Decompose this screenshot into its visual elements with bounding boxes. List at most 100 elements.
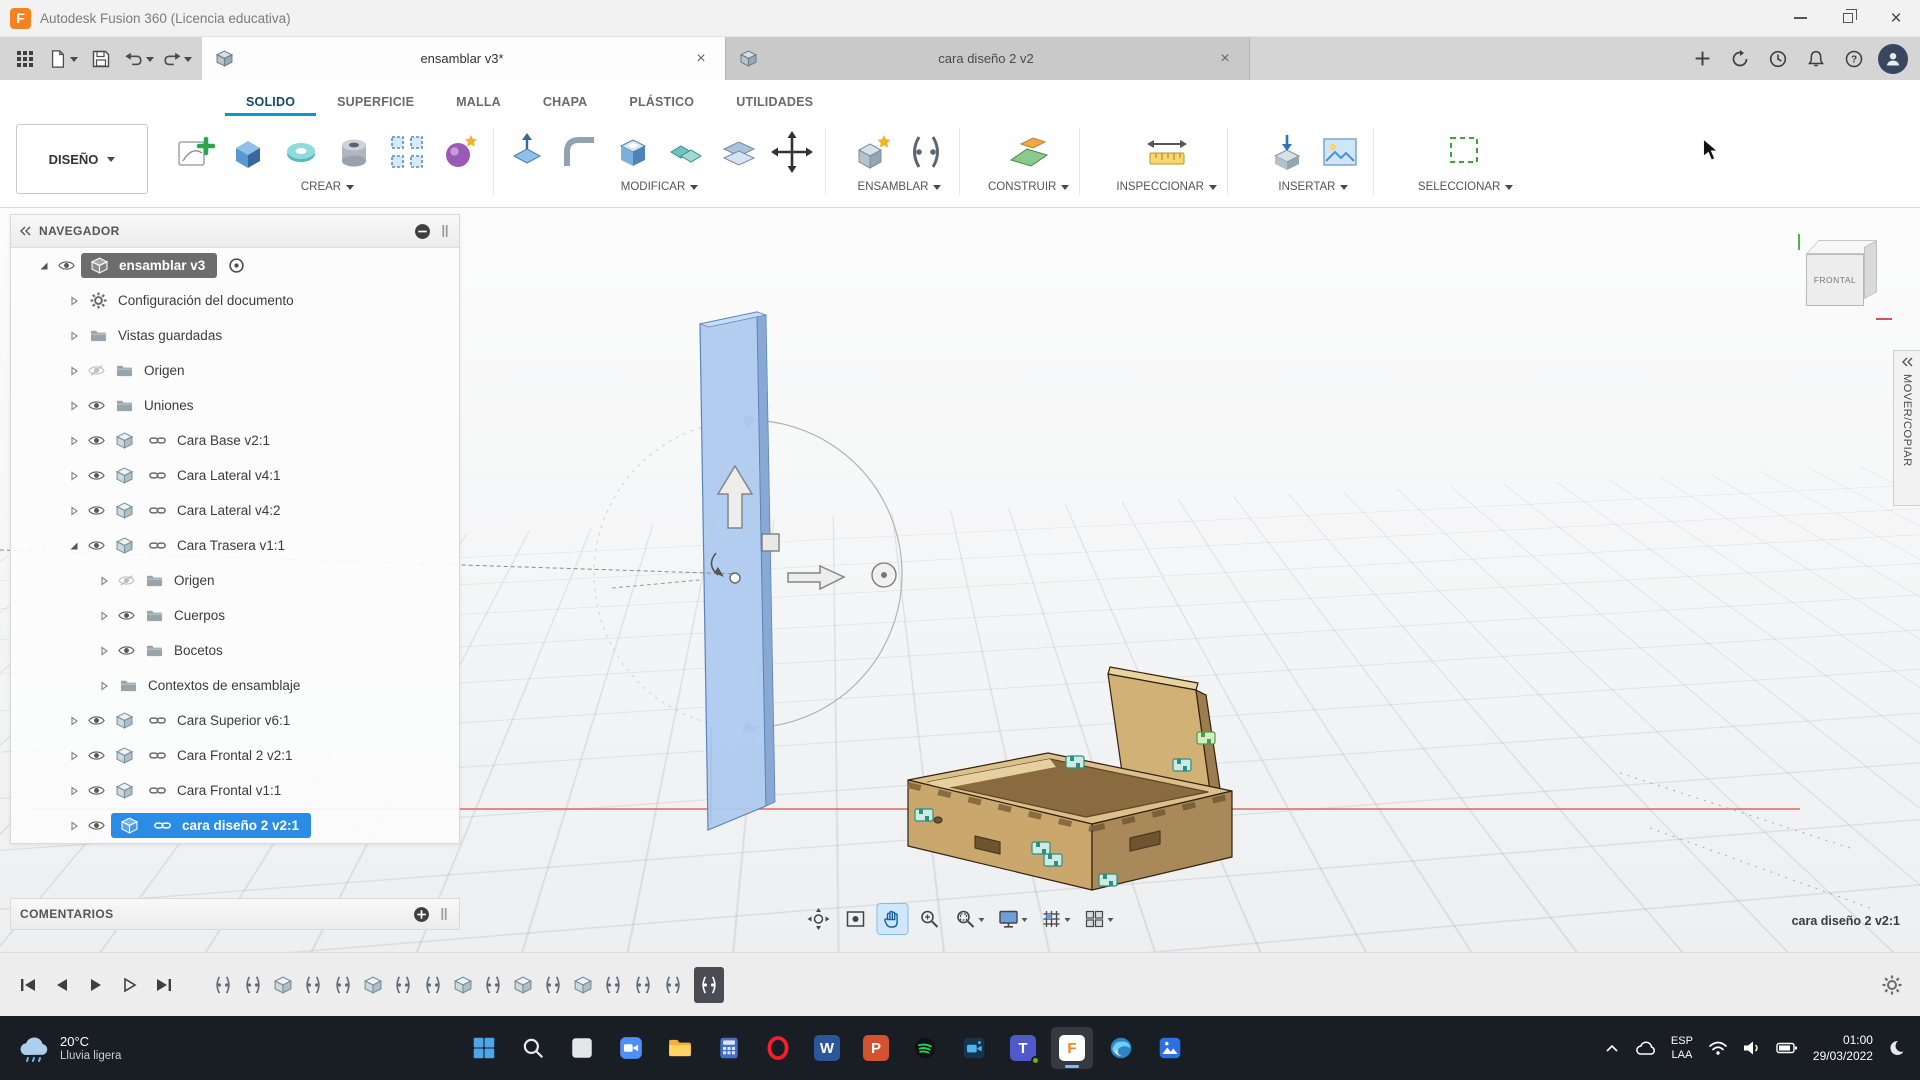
manipulator-right-arrow[interactable]	[787, 564, 846, 591]
display-settings-button[interactable]	[995, 904, 1031, 934]
workspace-switcher[interactable]: DISEÑO	[16, 124, 148, 194]
look-at-button[interactable]	[841, 904, 871, 934]
move-copy-button[interactable]	[769, 129, 815, 175]
taskbar-weather-widget[interactable]: 20°C Lluvia ligera	[16, 1033, 256, 1063]
close-button[interactable]: ×	[1872, 0, 1920, 36]
pan-button[interactable]	[876, 903, 909, 935]
navigator-item-contextos-de-ensamblaje[interactable]: Contextos de ensamblaje	[11, 668, 459, 703]
taskbar-app-chat[interactable]	[610, 1027, 652, 1069]
viewports-button[interactable]	[1081, 904, 1117, 934]
comments-panel[interactable]: COMENTARIOS	[10, 898, 460, 930]
viewport-canvas[interactable]: NAVEGADOR ensamblar v3 Configuración del …	[0, 208, 1920, 952]
save-button[interactable]	[84, 43, 118, 75]
timeline-play-button[interactable]	[84, 973, 108, 997]
inspeccionar-menu[interactable]: INSPECCIONAR	[1116, 180, 1217, 194]
visibility-eye-icon[interactable]	[113, 607, 139, 624]
expand-arrow-icon[interactable]	[95, 575, 113, 586]
notifications-button[interactable]	[1802, 45, 1830, 73]
taskbar-app-file-explorer[interactable]	[659, 1027, 701, 1069]
taskbar-app-start[interactable]	[463, 1027, 505, 1069]
combine-button[interactable]	[663, 129, 709, 175]
timeline-feature-joint[interactable]	[540, 970, 566, 1000]
taskbar-app-search[interactable]	[512, 1027, 554, 1069]
hidden-icons-chevron[interactable]	[1605, 1043, 1619, 1053]
view-cube-front-face[interactable]: FRONTAL	[1806, 254, 1864, 306]
manipulator-plane-handle[interactable]	[761, 533, 780, 552]
document-tab-ensamblar-v3[interactable]: ensamblar v3* ×	[202, 37, 726, 80]
new-tab-button[interactable]	[1688, 45, 1716, 73]
expand-panel-icon[interactable]	[413, 906, 430, 923]
timeline-settings-button[interactable]	[1880, 973, 1904, 997]
crear-menu[interactable]: CREAR	[301, 180, 355, 194]
manipulator-origin-handle[interactable]	[729, 572, 741, 584]
visibility-eye-icon[interactable]	[83, 537, 109, 554]
taskbar-app-opera[interactable]	[757, 1027, 799, 1069]
expand-arrow-icon[interactable]	[95, 610, 113, 621]
construir-menu[interactable]: CONSTRUIR	[988, 180, 1070, 194]
panel-grip-icon[interactable]	[438, 908, 450, 920]
timeline-feature-joint[interactable]	[630, 970, 656, 1000]
user-avatar[interactable]	[1878, 43, 1908, 74]
navigator-item-cara-diseno-2-v2-1[interactable]: cara diseño 2 v2:1	[11, 808, 459, 843]
app-grid-menu-button[interactable]	[8, 43, 42, 75]
joint-button[interactable]	[903, 129, 949, 175]
help-button[interactable]: ?	[1840, 45, 1868, 73]
timeline-current-marker[interactable]	[694, 966, 724, 1003]
selected-item-pill[interactable]: cara diseño 2 v2:1	[111, 813, 312, 838]
taskbar-app-camera[interactable]	[953, 1027, 995, 1069]
onedrive-cloud-icon[interactable]	[1634, 1041, 1656, 1056]
taskbar-app-calculator[interactable]	[708, 1027, 750, 1069]
navigator-item-vistas-guardadas[interactable]: Vistas guardadas	[11, 318, 459, 353]
timeline-feature-joint[interactable]	[300, 970, 326, 1000]
timeline-feature-component[interactable]	[570, 970, 596, 1000]
view-cube[interactable]: FRONTAL	[1790, 234, 1894, 324]
ribbon-tab-utilidades[interactable]: UTILIDADES	[715, 87, 834, 116]
taskbar-app-fusion-360[interactable]: F	[1050, 1027, 1093, 1069]
minimize-button[interactable]	[1776, 0, 1824, 36]
visibility-eye-icon[interactable]	[83, 467, 109, 484]
zoom-button[interactable]	[915, 904, 945, 934]
grid-settings-button[interactable]	[1038, 904, 1074, 934]
expand-arrow-icon[interactable]	[95, 680, 113, 691]
timeline-step-forward-button[interactable]	[118, 973, 142, 997]
expand-arrow-icon[interactable]	[65, 365, 83, 376]
activate-component-radio[interactable]	[223, 257, 249, 274]
timeline-feature-joint[interactable]	[420, 970, 446, 1000]
navigator-item-configuracion-del-documento[interactable]: Configuración del documento	[11, 283, 459, 318]
close-tab-icon[interactable]: ×	[691, 50, 711, 68]
expand-arrow-icon[interactable]	[65, 295, 83, 306]
visibility-eye-icon[interactable]	[83, 747, 109, 764]
document-tab-cara-diseno-2-v2[interactable]: cara diseño 2 v2 ×	[726, 37, 1250, 80]
taskbar-app-spotify[interactable]	[904, 1027, 946, 1069]
navigator-item-cuerpos[interactable]: Cuerpos	[11, 598, 459, 633]
timeline-step-back-button[interactable]	[50, 973, 74, 997]
taskbar-app-edge[interactable]	[1100, 1027, 1142, 1069]
expand-arrow-icon[interactable]	[65, 330, 83, 341]
ribbon-tab-plastico[interactable]: PLÁSTICO	[608, 87, 715, 116]
ribbon-tab-chapa[interactable]: CHAPA	[522, 87, 609, 116]
insertar-menu[interactable]: INSERTAR	[1278, 180, 1349, 194]
expand-arrow-icon[interactable]	[65, 470, 83, 481]
expand-arrow-icon[interactable]	[65, 435, 83, 446]
visibility-eye-icon[interactable]	[83, 432, 109, 449]
navigator-item-cara-frontal-2-v2-1[interactable]: Cara Frontal 2 v2:1	[11, 738, 459, 773]
timeline-go-start-button[interactable]	[16, 973, 40, 997]
expand-left-icon[interactable]	[1901, 356, 1913, 368]
timeline-feature-joint[interactable]	[330, 970, 356, 1000]
taskbar-app-word[interactable]: W	[806, 1027, 848, 1069]
wifi-icon[interactable]	[1708, 1040, 1728, 1056]
seleccionar-menu[interactable]: SELECCIONAR	[1418, 180, 1514, 194]
expand-arrow-icon[interactable]	[65, 785, 83, 796]
timeline-feature-component[interactable]	[450, 970, 476, 1000]
clock-widget[interactable]: 01:00 29/03/2022	[1813, 1032, 1873, 1064]
visibility-eye-icon[interactable]	[83, 782, 109, 799]
file-menu-button[interactable]	[46, 43, 80, 75]
revolve-button[interactable]	[278, 129, 324, 175]
visibility-eye-off-icon[interactable]	[83, 362, 109, 379]
modificar-menu[interactable]: MODIFICAR	[621, 180, 699, 194]
collapse-arrow-icon[interactable]	[65, 541, 83, 551]
move-copy-palette-collapsed[interactable]: MOVER/COPIAR	[1893, 350, 1920, 506]
extrude-button[interactable]	[225, 129, 271, 175]
visibility-eye-icon[interactable]	[53, 257, 79, 274]
timeline-feature-joint[interactable]	[600, 970, 626, 1000]
